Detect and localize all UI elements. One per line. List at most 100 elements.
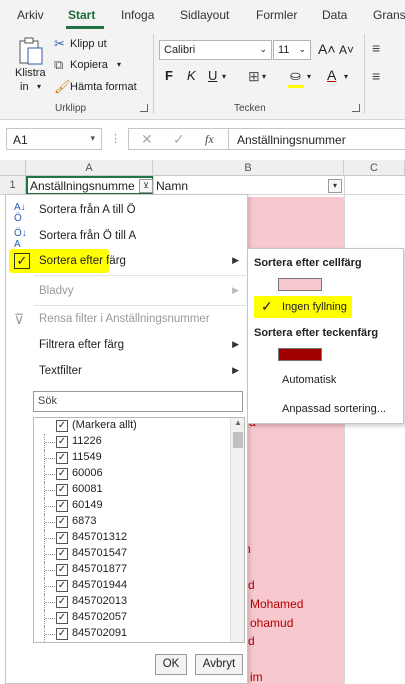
cell-a1[interactable]: Anställningsnumme xyxy=(30,179,140,193)
borders-icon[interactable]: ⊞ xyxy=(248,68,260,85)
filter-by-color-item[interactable]: Filtrera efter färg ▶ xyxy=(6,333,247,359)
tab-sidlayout[interactable]: Sidlayout xyxy=(180,8,229,22)
scroll-up-icon[interactable]: ▲ xyxy=(234,418,242,427)
ribbon: Klistra in ▾ ✂ Klipp ut ⧉ Kopiera ▾ 🖌 Hä… xyxy=(0,30,405,120)
list-item-label: 845701547 xyxy=(72,547,128,559)
column-header-b[interactable]: B xyxy=(153,160,344,176)
paste-label: Klistra xyxy=(15,67,46,79)
fill-color-bar xyxy=(288,85,304,88)
font-size-select[interactable]: 11 ⌄ xyxy=(273,40,311,60)
column-header-c[interactable]: C xyxy=(344,160,405,176)
tree-line xyxy=(45,442,55,443)
font-launcher-icon[interactable] xyxy=(352,104,360,112)
tree-line xyxy=(45,522,55,523)
checkbox-checked-icon[interactable]: ✓ xyxy=(56,580,68,592)
clear-filter-item: ⊽ Rensa filter i Anställningsnummer xyxy=(6,307,247,333)
cancel-entry-icon[interactable]: ✕ xyxy=(141,131,153,148)
insert-function-icon[interactable]: fx xyxy=(205,132,214,147)
ok-button[interactable]: OK xyxy=(155,654,187,675)
tab-formler[interactable]: Formler xyxy=(256,8,297,22)
filter-dropdown-a-icon[interactable]: ⊻ xyxy=(139,179,153,193)
tab-granska[interactable]: Grans xyxy=(373,8,405,22)
format-painter-button[interactable]: 🖌 Hämta format xyxy=(54,79,144,97)
filter-search-input[interactable]: Sök xyxy=(33,391,243,412)
checkbox-checked-icon[interactable]: ✓ xyxy=(56,532,68,544)
sort-ascending-item[interactable]: A↓ Ö Sortera från A till Ö xyxy=(6,198,247,224)
checkmark-icon: ✓ xyxy=(14,253,30,269)
tree-line xyxy=(45,538,55,539)
row-header-1[interactable]: 1 xyxy=(0,176,26,195)
cancel-button[interactable]: Avbryt xyxy=(195,654,243,675)
name-box[interactable]: A1 ▾ xyxy=(6,128,102,150)
checkbox-checked-icon[interactable]: ✓ xyxy=(56,596,68,608)
tree-line xyxy=(45,618,55,619)
font-color-swatch[interactable] xyxy=(278,348,322,361)
checkbox-checked-icon[interactable]: ✓ xyxy=(56,420,68,432)
checkbox-checked-icon[interactable]: ✓ xyxy=(56,468,68,480)
checkbox-checked-icon[interactable]: ✓ xyxy=(56,564,68,576)
tree-line xyxy=(45,506,55,507)
select-all-corner[interactable] xyxy=(0,160,26,176)
sort-descending-item[interactable]: Ö↓ A Sortera från Ö till A xyxy=(6,224,247,250)
custom-sort-item[interactable]: Anpassad sortering... xyxy=(248,398,403,420)
formula-input[interactable]: Anställningsnummer xyxy=(228,128,405,150)
fill-color-icon[interactable]: ⛀ xyxy=(290,68,301,84)
more-options-icon[interactable]: ⋮ xyxy=(110,132,121,145)
font-color-icon[interactable]: A xyxy=(327,67,336,83)
checkbox-checked-icon[interactable]: ✓ xyxy=(56,484,68,496)
tab-arkiv[interactable]: Arkiv xyxy=(17,8,44,22)
checkbox-checked-icon[interactable]: ✓ xyxy=(56,548,68,560)
list-scrollbar[interactable]: ▲ xyxy=(230,418,244,642)
autofilter-menu: A↓ Ö Sortera från A till Ö Ö↓ A Sortera fr… xyxy=(5,194,248,684)
paste-button[interactable]: Klistra in ▾ xyxy=(12,34,50,98)
decrease-font-icon[interactable]: A˅ xyxy=(339,43,354,57)
clear-filter-icon: ⊽ xyxy=(14,311,25,327)
group-divider xyxy=(364,34,365,114)
list-item-label: 60149 xyxy=(72,499,103,511)
sheet-view-item: Bladvy ▶ xyxy=(6,279,247,305)
align-left-icon[interactable]: ≡ xyxy=(372,68,380,84)
cell-color-swatch[interactable] xyxy=(278,278,322,291)
copy-button[interactable]: ⧉ Kopiera ▾ xyxy=(54,57,134,75)
cell-b1[interactable]: Namn xyxy=(156,179,276,193)
checkbox-checked-icon[interactable]: ✓ xyxy=(56,500,68,512)
no-fill-item[interactable]: ✓ Ingen fyllning xyxy=(248,296,403,318)
chevron-down-icon: ▾ xyxy=(262,72,267,81)
checkbox-checked-icon[interactable]: ✓ xyxy=(56,452,68,464)
underline-button[interactable]: U xyxy=(208,68,217,83)
list-item-label: 60006 xyxy=(72,467,103,479)
checkbox-checked-icon[interactable]: ✓ xyxy=(56,628,68,640)
tab-data[interactable]: Data xyxy=(322,8,347,22)
clipboard-launcher-icon[interactable] xyxy=(140,104,148,112)
bold-button[interactable]: F xyxy=(165,68,173,83)
filter-dropdown-b-icon[interactable]: ▾ xyxy=(328,179,342,193)
chevron-down-icon: ⌄ xyxy=(298,44,306,54)
formula-bar: A1 ▾ ⋮ ✕ ✓ fx Anställningsnummer xyxy=(0,124,405,154)
tree-line xyxy=(45,570,55,571)
cut-button[interactable]: ✂ Klipp ut xyxy=(54,36,134,54)
increase-font-icon[interactable]: A˄ xyxy=(318,41,336,57)
tab-infoga[interactable]: Infoga xyxy=(121,8,154,22)
align-top-icon[interactable]: ≡ xyxy=(372,40,380,56)
checkbox-checked-icon[interactable]: ✓ xyxy=(56,612,68,624)
scrollbar-thumb[interactable] xyxy=(233,432,243,448)
font-name-select[interactable]: Calibri ⌄ xyxy=(159,40,272,60)
cell-text-fragment: Mohamed xyxy=(250,597,304,611)
menu-divider xyxy=(34,275,246,276)
formula-buttons: ✕ ✓ fx xyxy=(128,128,228,150)
column-header-a[interactable]: A xyxy=(26,160,153,176)
sort-by-color-item[interactable]: ✓ Sortera efter färg ▶ xyxy=(6,249,247,275)
sort-descending-icon: Ö↓ A xyxy=(14,228,27,250)
group-divider xyxy=(153,34,154,114)
text-filter-item[interactable]: Textfilter ▶ xyxy=(6,359,247,385)
copy-label: Kopiera xyxy=(70,59,108,71)
italic-button[interactable]: K xyxy=(187,68,196,83)
automatic-item[interactable]: Automatisk xyxy=(248,369,403,391)
chevron-down-icon: ▾ xyxy=(222,72,227,81)
tab-start[interactable]: Start xyxy=(68,8,95,22)
chevron-down-icon: ▾ xyxy=(117,60,122,69)
checkbox-checked-icon[interactable]: ✓ xyxy=(56,516,68,528)
list-item-label: 845701944 xyxy=(72,579,128,591)
checkbox-checked-icon[interactable]: ✓ xyxy=(56,436,68,448)
confirm-entry-icon[interactable]: ✓ xyxy=(173,131,185,148)
